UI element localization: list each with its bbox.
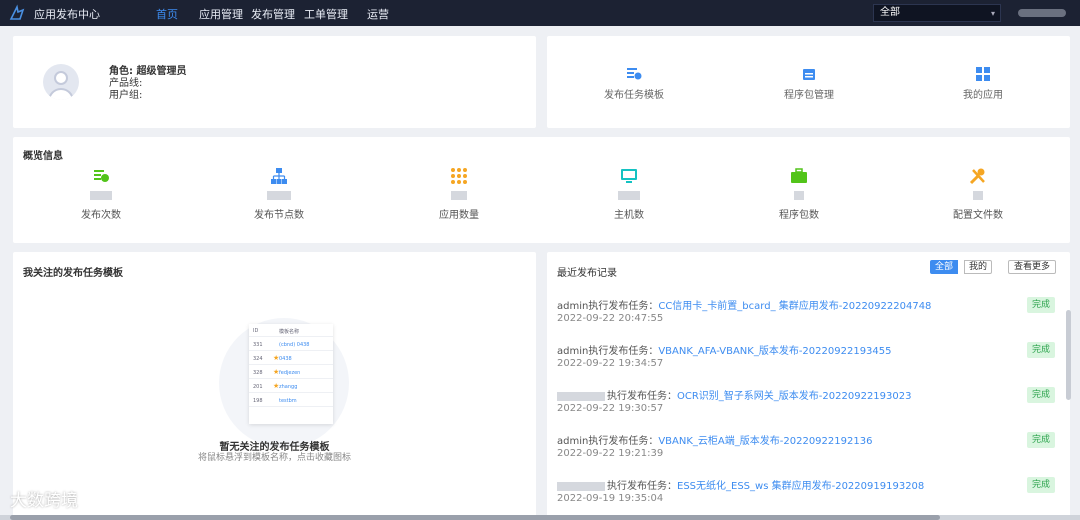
- profile-info: 角色: 超级管理员 产品线: 用户组:: [109, 66, 186, 102]
- record-time: 2022-09-22 19:34:57: [557, 358, 664, 369]
- stat-label: 程序包数: [779, 210, 819, 221]
- filter-all-button[interactable]: 全部: [930, 260, 959, 274]
- record-actor: 执行发布任务：: [607, 391, 677, 402]
- nav-app-management[interactable]: 应用管理: [199, 6, 243, 22]
- template-icon: [627, 68, 642, 80]
- record-task-link[interactable]: OCR识别_智子系网关_版本发布-20220922193023: [677, 391, 911, 402]
- publish-count-icon: [94, 170, 109, 182]
- role-text: 角色: 超级管理员: [109, 66, 187, 77]
- overview-card: 概览信息 发布次数 发布节点数 应用数量 主机数 程序包数 配置文件数: [13, 137, 1070, 243]
- nav-operations[interactable]: 运营: [367, 6, 389, 22]
- stat-label: 配置文件数: [953, 210, 1003, 221]
- tools-icon: [969, 168, 985, 185]
- record-item: 执行发布任务：ESS无纸化_ESS_ws 集群应用发布-202209191932…: [557, 477, 1057, 513]
- record-actor: admin执行发布任务：: [557, 301, 659, 312]
- nav-home[interactable]: 首页: [156, 6, 178, 22]
- favorites-title: 我关注的发布任务模板: [23, 268, 123, 279]
- stat-label: 应用数量: [439, 210, 479, 221]
- quick-link-label: 发布任务模板: [604, 90, 664, 101]
- record-item: 执行发布任务：OCR识别_智子系网关_版本发布-20220922193023 2…: [557, 387, 1057, 423]
- stat-config-count: 配置文件数: [928, 167, 1028, 221]
- environment-select-value: 全部: [880, 7, 900, 18]
- watermark: 大数跨境: [10, 491, 78, 511]
- quick-link-label: 我的应用: [963, 90, 1003, 101]
- app-logo-icon: [9, 4, 25, 20]
- app-title: 应用发布中心: [34, 8, 100, 21]
- top-navbar: 应用发布中心 首页 应用管理 发布管理 工单管理 运营 全部 ▾: [0, 0, 1080, 26]
- environment-select[interactable]: 全部 ▾: [873, 4, 1001, 22]
- profile-card: 角色: 超级管理员 产品线: 用户组:: [13, 36, 536, 128]
- dots-grid-icon: [451, 168, 467, 184]
- record-time: 2022-09-22 19:21:39: [557, 448, 664, 459]
- quick-link-label: 程序包管理: [784, 90, 834, 101]
- stat-label: 主机数: [614, 210, 644, 221]
- record-actor: 执行发布任务：: [607, 481, 677, 492]
- record-task-link[interactable]: ESS无纸化_ESS_ws 集群应用发布-20220919193208: [677, 481, 924, 492]
- monitor-icon: [621, 169, 637, 183]
- avatar: [43, 64, 79, 100]
- record-task-link[interactable]: VBANK_云柜A端_版本发布-20220922192136: [658, 436, 872, 447]
- stat-app-count: 应用数量: [409, 167, 509, 221]
- record-item: admin执行发布任务：CC信用卡_卡前置_bcard_ 集群应用发布-2022…: [557, 297, 1057, 333]
- status-badge: 完成: [1027, 477, 1055, 493]
- record-actor: admin执行发布任务：: [557, 346, 659, 357]
- product-line-text: 产品线:: [109, 78, 143, 89]
- chevron-down-icon: ▾: [990, 9, 995, 18]
- view-more-button[interactable]: 查看更多: [1008, 260, 1057, 274]
- empty-state-hint: 将鼠标悬浮到模板名称，点击收藏图标: [197, 453, 351, 463]
- record-item: admin执行发布任务：VBANK_云柜A端_版本发布-202209221921…: [557, 432, 1057, 468]
- quick-link-packages[interactable]: 程序包管理: [764, 66, 854, 101]
- nav-ticket-management[interactable]: 工单管理: [304, 6, 348, 22]
- package-icon: [803, 69, 815, 80]
- record-time: 2022-09-22 20:47:55: [557, 313, 664, 324]
- status-badge: 完成: [1027, 387, 1055, 403]
- quick-link-template[interactable]: 发布任务模板: [589, 66, 679, 101]
- record-time: 2022-09-19 19:35:04: [557, 493, 664, 504]
- record-item: admin执行发布任务：VBANK_AFA-VBANK_版本发布-2022092…: [557, 342, 1057, 378]
- empty-state-illustration: ID 模板名称 331 (cbnd) 0438 324 ★ 0438 328 ★ fedje…: [219, 318, 349, 448]
- quick-link-my-apps[interactable]: 我的应用: [938, 66, 1028, 101]
- apps-grid-icon: [976, 67, 990, 81]
- overview-title: 概览信息: [23, 151, 63, 162]
- status-badge: 完成: [1027, 342, 1055, 358]
- stat-label: 发布次数: [81, 210, 121, 221]
- briefcase-icon: [791, 168, 807, 183]
- record-time: 2022-09-22 19:30:57: [557, 403, 664, 414]
- recent-records-title: 最近发布记录: [557, 268, 617, 279]
- stat-package-count: 程序包数: [749, 167, 849, 221]
- vertical-scrollbar[interactable]: [1066, 310, 1071, 400]
- stat-host-count: 主机数: [579, 167, 679, 221]
- status-badge: 完成: [1027, 432, 1055, 448]
- nav-release-management[interactable]: 发布管理: [251, 6, 295, 22]
- quick-links-card: 发布任务模板 程序包管理 我的应用: [547, 36, 1070, 128]
- recent-records-panel: 最近发布记录 全部 我的 查看更多 admin执行发布任务：CC信用卡_卡前置_…: [547, 252, 1070, 520]
- record-task-link[interactable]: VBANK_AFA-VBANK_版本发布-20220922193455: [658, 346, 891, 357]
- record-actor: admin执行发布任务：: [557, 436, 659, 447]
- horizontal-scrollbar[interactable]: [10, 515, 940, 520]
- stat-label: 发布节点数: [254, 210, 304, 221]
- record-task-link[interactable]: CC信用卡_卡前置_bcard_ 集群应用发布-20220922204748: [658, 301, 931, 312]
- status-badge: 完成: [1027, 297, 1055, 313]
- favorites-panel: 我关注的发布任务模板 ID 模板名称 331 (cbnd) 0438 324 ★ 043…: [13, 252, 536, 520]
- node-tree-icon: [271, 168, 287, 184]
- user-group-text: 用户组:: [109, 90, 143, 101]
- stat-publish-count: 发布次数: [51, 167, 151, 221]
- stat-node-count: 发布节点数: [229, 167, 329, 221]
- user-menu[interactable]: [1018, 9, 1066, 17]
- filter-mine-button[interactable]: 我的: [964, 260, 993, 274]
